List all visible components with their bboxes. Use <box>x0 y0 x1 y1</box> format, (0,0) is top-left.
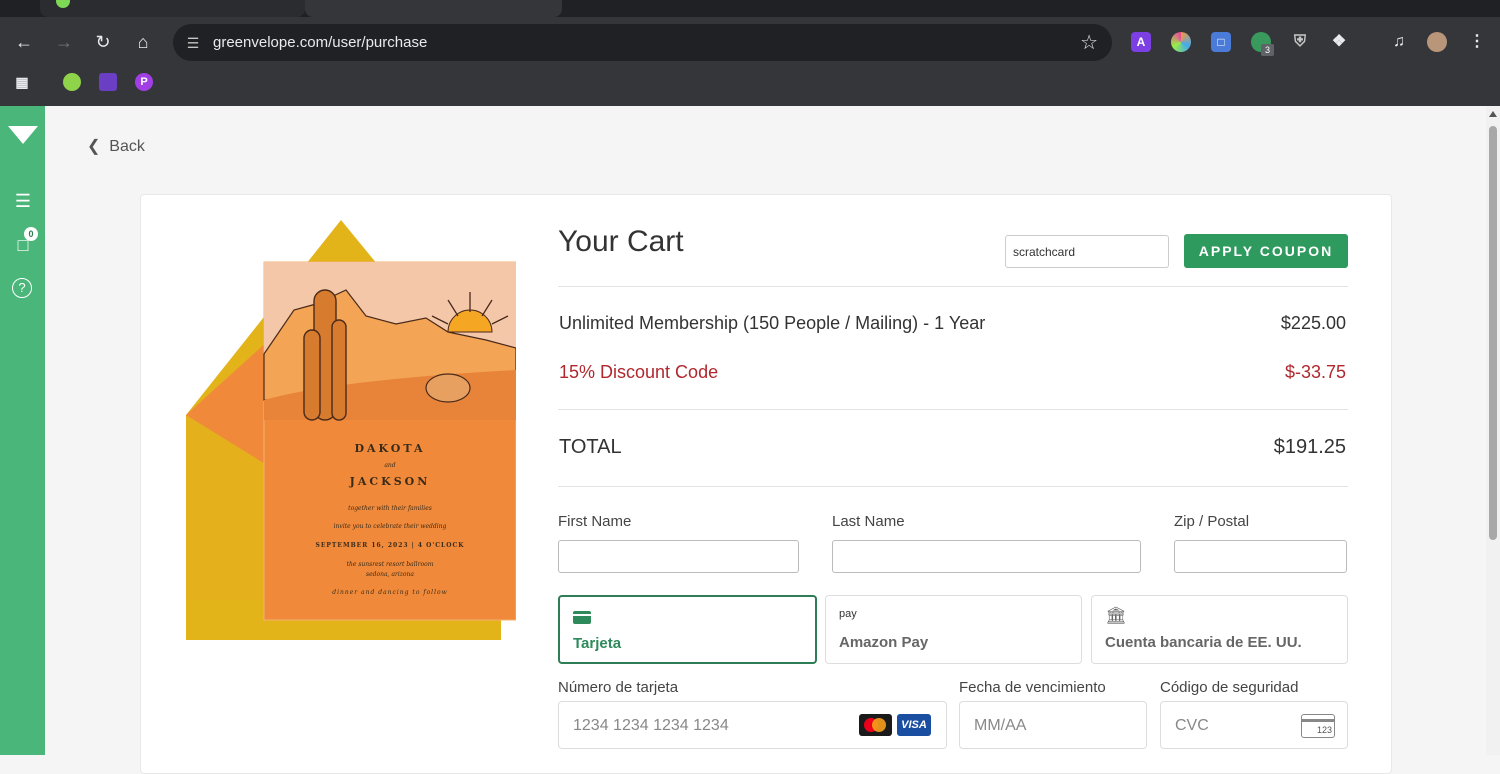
total-label: TOTAL <box>559 436 622 458</box>
expiry-label: Fecha de vencimiento <box>959 679 1106 696</box>
membership-line-label: Unlimited Membership (150 People / Maili… <box>559 313 986 333</box>
first-name-label: First Name <box>558 513 632 530</box>
tab-strip <box>0 0 1500 17</box>
chevron-left-icon: ❮ <box>87 138 101 155</box>
zip-label: Zip / Postal <box>1174 513 1250 530</box>
invite-line1: together with their families <box>348 505 432 512</box>
shield-icon[interactable]: ⛨ <box>1290 32 1310 52</box>
address-bar[interactable]: ☰ greenvelope.com/user/purchase ☆ <box>173 24 1112 61</box>
card-number-placeholder: 1234 1234 1234 1234 <box>573 717 729 734</box>
url-text[interactable]: greenvelope.com/user/purchase <box>213 34 427 51</box>
bookmark-3-icon[interactable]: P <box>135 73 153 91</box>
bookmark-star-icon[interactable]: ☆ <box>1080 30 1098 55</box>
extension-window-icon[interactable]: □ <box>1211 32 1231 52</box>
hamburger-menu-icon[interactable]: ☰ <box>12 190 34 212</box>
payment-tab-label: Tarjeta <box>573 635 622 652</box>
cvc-placeholder: CVC <box>1175 717 1209 734</box>
browser-chrome: ← → ↻ ⌂ ☰ greenvelope.com/user/purchase … <box>0 0 1500 106</box>
expiry-field[interactable]: MM/AA <box>959 701 1147 749</box>
extension-a-icon[interactable]: A <box>1131 32 1151 52</box>
divider <box>558 486 1348 487</box>
extensions-puzzle-icon[interactable]: ❖ <box>1329 32 1349 52</box>
invite-line2: invite you to celebrate their wedding <box>334 523 447 530</box>
scroll-up-arrow-icon[interactable] <box>1489 111 1497 117</box>
cvc-field[interactable]: CVC 123 <box>1160 701 1348 749</box>
back-arrow-icon[interactable]: ← <box>12 30 36 54</box>
bookmark-1-icon[interactable] <box>63 73 81 91</box>
cvc-label: Código de seguridad <box>1160 679 1299 696</box>
visa-icon: VISA <box>897 714 931 736</box>
total-amount: $191.25 <box>1273 436 1346 458</box>
invite-name2: JACKSON <box>349 475 431 488</box>
membership-line-amount: $225.00 <box>1280 313 1346 333</box>
apply-coupon-button[interactable]: APPLY COUPON <box>1184 234 1348 268</box>
app-sidebar: ☰ □ 0 ? <box>0 106 45 755</box>
coupon-input[interactable]: scratchcard <box>1005 235 1169 268</box>
invite-name1: DAKOTA <box>354 442 425 455</box>
extension-color-icon[interactable] <box>1171 32 1191 52</box>
zip-field[interactable] <box>1174 540 1347 573</box>
bank-icon: 🏛 <box>1105 606 1127 625</box>
home-icon[interactable]: ⌂ <box>131 30 155 54</box>
back-label: Back <box>109 138 145 155</box>
payment-tab-label: Cuenta bancaria de EE. UU. <box>1105 634 1302 651</box>
invite-date: SEPTEMBER 16, 2023 | 4 O'CLOCK <box>316 542 465 549</box>
discount-line-amount: $-33.75 <box>1284 362 1346 382</box>
page-title: Your Cart <box>558 225 684 258</box>
mastercard-icon <box>859 714 892 736</box>
cvc-card-icon: 123 <box>1301 714 1335 738</box>
payment-tab-amazon-pay[interactable]: pay Amazon Pay <box>825 595 1082 664</box>
invite-venue1: the sunsrest resort ballroom <box>347 561 434 568</box>
profile-avatar[interactable] <box>1427 32 1447 52</box>
payment-tab-label: Amazon Pay <box>839 634 929 651</box>
scrollbar-thumb[interactable] <box>1489 126 1497 540</box>
invite-and: and <box>384 462 395 469</box>
credit-card-icon <box>573 611 591 624</box>
expiry-placeholder: MM/AA <box>974 717 1027 734</box>
tab-active[interactable] <box>305 0 562 17</box>
invite-footer: dinner and dancing to follow <box>332 589 448 596</box>
messages-count-badge: 0 <box>24 227 38 241</box>
reload-icon[interactable]: ↻ <box>91 30 115 54</box>
apps-grid-icon[interactable]: ▦ <box>13 73 31 91</box>
help-icon[interactable]: ? <box>12 278 32 298</box>
back-link[interactable]: ❮ Back <box>87 136 145 156</box>
forward-arrow-icon[interactable]: → <box>52 30 76 54</box>
discount-line-label: 15% Discount Code <box>559 362 719 382</box>
payment-tab-card[interactable]: Tarjeta <box>558 595 817 664</box>
last-name-label: Last Name <box>832 513 905 530</box>
main-content: ❮ Back DAKOTA and JACKSON together with … <box>45 106 1486 774</box>
tab-previous[interactable] <box>40 0 305 17</box>
bookmark-2-icon[interactable] <box>99 73 117 91</box>
site-settings-icon[interactable]: ☰ <box>183 33 203 53</box>
card-number-field[interactable]: 1234 1234 1234 1234 VISA <box>558 701 947 749</box>
payment-tab-bank[interactable]: 🏛 Cuenta bancaria de EE. UU. <box>1091 595 1348 664</box>
extension-count-badge: 3 <box>1261 44 1274 56</box>
invitation-preview-image: DAKOTA and JACKSON together with their f… <box>186 220 516 640</box>
media-control-icon[interactable]: ♫ <box>1389 32 1409 52</box>
last-name-field[interactable] <box>832 540 1141 573</box>
card-number-label: Número de tarjeta <box>558 679 679 696</box>
divider <box>558 409 1348 410</box>
first-name-field[interactable] <box>558 540 799 573</box>
invite-venue2: sedona, arizona <box>366 571 414 578</box>
menu-kebab-icon[interactable]: ⋮ <box>1467 32 1487 52</box>
cart-card: DAKOTA and JACKSON together with their f… <box>140 194 1392 774</box>
page-scrollbar[interactable] <box>1486 106 1500 755</box>
amazon-pay-icon: pay <box>839 608 857 620</box>
greenvelope-logo[interactable] <box>8 126 38 144</box>
tab-favicon-icon <box>56 0 70 8</box>
divider <box>558 286 1348 287</box>
